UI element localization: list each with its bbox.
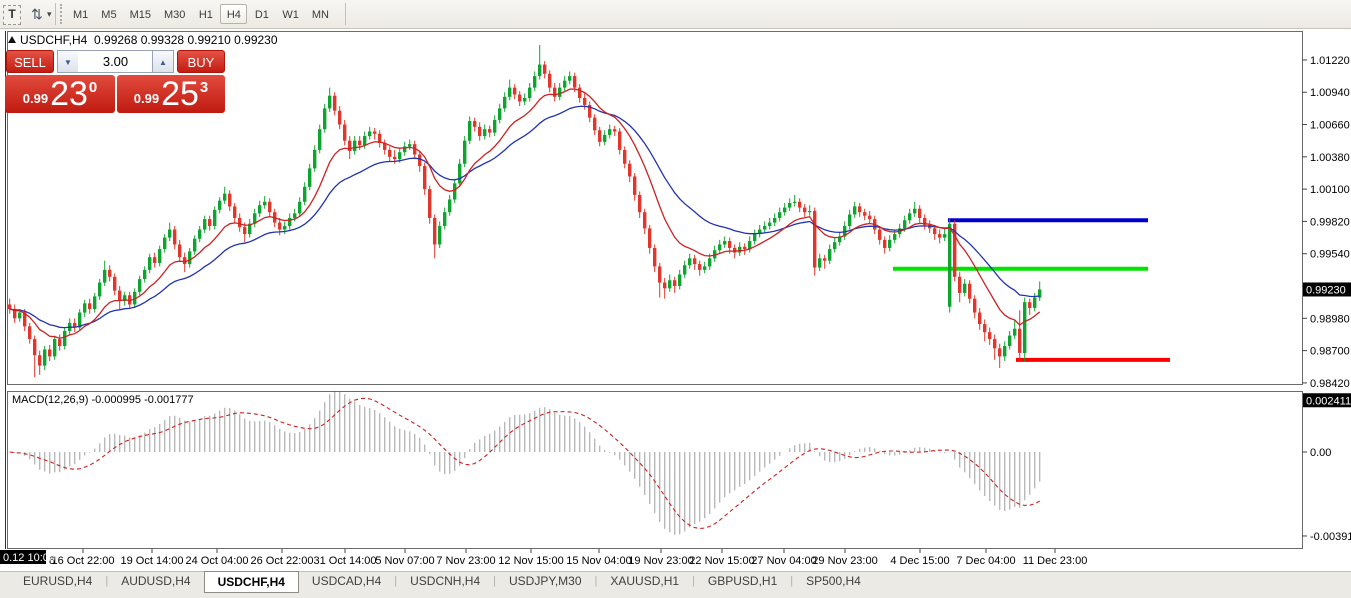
time-axis-label: 16 Oct 22:00 [52, 555, 115, 567]
volume-input[interactable] [78, 50, 153, 73]
chart-tab-sp500[interactable]: SP500,H4 [793, 572, 874, 591]
time-axis-label: 27 Nov 04:00 [751, 555, 816, 567]
buy-price-prefix: 0.99 [134, 91, 159, 106]
symbol-timeframe: USDCHF,H4 [20, 33, 87, 47]
svg-text:0.12 10:00: 0.12 10:00 [3, 552, 55, 564]
emas-layer [10, 89, 1040, 338]
buy-price-button[interactable]: 0.99 25 3 [117, 75, 225, 113]
chart-tab-gbpusd[interactable]: GBPUSD,H1 [695, 572, 790, 591]
time-axis-label: 5 Nov 07:00 [375, 555, 434, 567]
macd-indicator-label: MACD(12,26,9) -0.000995 -0.001777 [12, 394, 194, 406]
chart-tab-usdcnh[interactable]: USDCNH,H4 [397, 572, 493, 591]
boxes-layer: 0.99230 0.002411 0.12 10:00 [0, 282, 1351, 564]
chart-pin-icon [8, 36, 16, 43]
svg-text:0.002411: 0.002411 [1306, 395, 1351, 407]
ohlc-values: 0.99268 0.99328 0.99210 0.99230 [94, 33, 278, 47]
price-axis-label: 0.98980 [1310, 313, 1350, 325]
chart-tab-usdcad[interactable]: USDCAD,H4 [299, 572, 394, 591]
time-axis-label: 19 Nov 23:00 [628, 555, 693, 567]
time-axis-label: 31 Oct 14:00 [314, 555, 377, 567]
time-axis-label: 26 Oct 22:00 [251, 555, 314, 567]
buy-price-main: 25 [161, 77, 199, 111]
price-axis-label: 1.00380 [1310, 152, 1350, 164]
chart-tab-bar: EURUSD,H4|AUDUSD,H4USDCHF,H4USDCAD,H4|US… [0, 571, 1351, 598]
time-axis-label: 19 Oct 14:00 [121, 555, 184, 567]
price-axis-label: 0.98700 [1310, 346, 1350, 358]
time-axis-label: 11 Dec 23:00 [1023, 555, 1088, 567]
time-axis-label: 22 Nov 15:00 [689, 555, 754, 567]
sell-price-main: 23 [50, 77, 88, 111]
sell-button[interactable]: SELL [6, 50, 54, 73]
volume-decrease-button[interactable]: ▼ [57, 50, 79, 73]
axes-layer[interactable]: 1.01220 1.00940 1.00660 1.00380 1.00100 0.998… [12, 55, 1351, 567]
price-axis-label: 0.98420 [1310, 378, 1350, 390]
macd-layer [10, 391, 1040, 535]
price-axis-label: 1.00660 [1310, 120, 1350, 132]
macd-axis-label: -0.003913 [1310, 531, 1351, 543]
buy-price-pipette: 3 [200, 79, 208, 96]
price-axis-label: 1.01220 [1310, 55, 1350, 67]
chart-tab-xauusd[interactable]: XAUUSD,H1 [597, 572, 692, 591]
time-axis-label: 7 Nov 23:00 [436, 555, 495, 567]
time-axis-label: 24 Oct 04:00 [186, 555, 249, 567]
sell-price-button[interactable]: 0.99 23 0 [5, 75, 115, 113]
volume-increase-button[interactable]: ▲ [152, 50, 174, 73]
svg-text:0.99230: 0.99230 [1306, 284, 1346, 296]
chart-title: USDCHF,H4 0.99268 0.99328 0.99210 0.9923… [20, 33, 278, 47]
chart-tab-eurusd[interactable]: EURUSD,H4 [10, 572, 105, 591]
price-axis-label: 1.00940 [1310, 87, 1350, 99]
buy-button[interactable]: BUY [177, 50, 225, 73]
time-axis-label: 12 Nov 15:00 [498, 555, 563, 567]
price-axis-label: 0.99540 [1310, 249, 1350, 261]
chart-tab-usdchf[interactable]: USDCHF,H4 [204, 571, 299, 593]
time-axis-label: 15 Nov 04:00 [566, 555, 631, 567]
time-axis-label: 7 Dec 04:00 [956, 555, 1015, 567]
time-axis-label: 29 Nov 23:00 [812, 555, 877, 567]
sell-price-pipette: 0 [89, 79, 97, 96]
hlines-layer [893, 220, 1170, 360]
price-axis-label: 0.99820 [1310, 216, 1350, 228]
price-axis-label: 1.00100 [1310, 184, 1350, 196]
sell-price-prefix: 0.99 [23, 91, 48, 106]
chart-tab-audusd[interactable]: AUDUSD,H4 [108, 572, 203, 591]
chart-tab-usdjpy[interactable]: USDJPY,M30 [496, 572, 594, 591]
time-axis-label: 4 Dec 15:00 [890, 555, 949, 567]
mt4-terminal: { "toolbar": { "text_tool_glyph": "T", "… [0, 0, 1351, 598]
macd-axis-label: 0.00 [1310, 447, 1331, 459]
